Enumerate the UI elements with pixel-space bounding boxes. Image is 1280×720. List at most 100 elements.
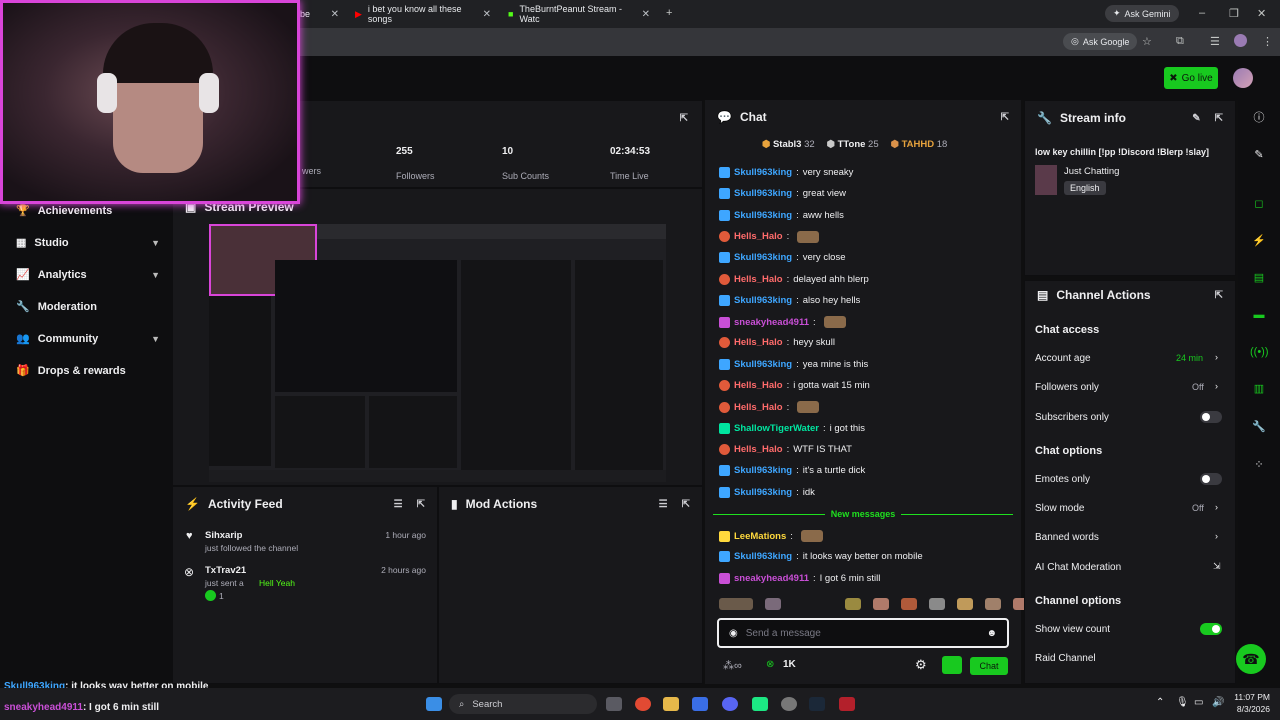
chevron-right-icon[interactable]: › [1215,531,1218,541]
emote[interactable] [797,401,820,414]
ask-gemini-button[interactable]: ✦ Ask Gemini [1105,5,1179,22]
profile-icon[interactable] [1234,34,1247,47]
support-icon[interactable]: ☎ [1236,644,1266,674]
chat-username[interactable]: Hells_Halo [734,231,783,242]
chat-username[interactable]: Skull963king [734,295,792,306]
account-age-label[interactable]: Account age [1035,353,1091,364]
popout-icon[interactable]: ⇱ [1215,113,1223,124]
slow-mode-label[interactable]: Slow mode [1035,503,1084,514]
chat-username[interactable]: Skull963king [734,167,792,178]
chat-username[interactable]: Hells_Halo [734,274,783,285]
sidebar-item-community[interactable]: 👥 Community ▼ [16,332,160,346]
browser-tab-3[interactable]: ■ TheBurntPeanut Stream - Watc ✕ [500,4,658,24]
chat-username[interactable]: Hells_Halo [734,380,783,391]
steam-icon[interactable] [809,697,825,711]
chat-username[interactable]: Skull963king [734,210,792,221]
minimize-icon[interactable]: – [1199,7,1205,19]
stream-preview-video[interactable] [209,224,666,482]
add-widget-icon[interactable]: ⁘ [1250,456,1268,474]
chat-username[interactable]: Skull963king [734,551,792,562]
sidebar-item-analytics[interactable]: 📈 Analytics ▼ [16,268,160,282]
chat-username[interactable]: Skull963king [734,487,792,498]
chat-username[interactable]: Skull963king [734,188,792,199]
filter-icon[interactable]: ☰ [394,499,403,510]
emote[interactable] [957,598,973,610]
sidebar-item-drops[interactable]: 🎁 Drops & rewards [16,364,160,378]
close-tab-icon[interactable]: ✕ [642,9,650,20]
emote[interactable] [985,598,1001,610]
emote[interactable] [797,230,820,243]
chevron-right-icon[interactable]: › [1215,352,1218,362]
reading-list-icon[interactable]: ☰ [1210,35,1220,48]
gear-icon[interactable]: ⚙ [915,657,927,673]
chat-username[interactable]: sneakyhead4911 [734,573,809,584]
popout-icon[interactable]: ⇱ [417,499,425,510]
chat-username[interactable]: sneakyhead4911 [734,317,809,328]
ai-moderation-label[interactable]: AI Chat Moderation [1035,562,1121,573]
show-view-count-toggle[interactable] [1200,623,1222,635]
popout-icon[interactable]: ⇱ [1215,290,1223,301]
new-tab-icon[interactable]: + [666,7,672,19]
followers-only-label[interactable]: Followers only [1035,382,1099,393]
emote[interactable] [929,598,945,610]
emotes-only-toggle[interactable] [1200,473,1222,485]
emote[interactable] [765,598,781,610]
popout-icon[interactable]: ⇱ [682,499,690,510]
raid-channel-label[interactable]: Raid Channel [1035,653,1096,664]
taskbar-clock[interactable]: 11:07 PM 8/3/2026 [1230,692,1270,714]
volume-icon[interactable]: 🔊 [1212,697,1224,708]
external-link-icon[interactable]: ⇲ [1213,561,1221,572]
points-balance[interactable]: 1K [783,659,796,670]
leader-item[interactable]: ⬢ Stabl3 32 [762,139,815,150]
emote[interactable] [800,530,823,542]
chevron-right-icon[interactable]: › [1215,381,1218,391]
layout-icon[interactable]: ▥ [1250,380,1268,398]
windows-start-icon[interactable] [426,697,442,711]
leader-item[interactable]: ⬢ TAHHD 18 [891,139,948,150]
file-explorer-icon[interactable] [663,697,679,711]
maximize-icon[interactable]: ❐ [1229,7,1239,20]
app-icon[interactable] [781,697,797,711]
pencil-icon[interactable]: ✎ [1250,146,1268,164]
emote[interactable] [873,598,889,610]
chat-username[interactable]: Skull963king [734,252,792,263]
ask-google-button[interactable]: ◎ Ask Google [1063,33,1138,50]
infinity-icon[interactable]: ⁂∞ [723,659,742,672]
info-icon[interactable]: ⓘ [1250,109,1268,127]
popout-icon[interactable]: ⇱ [1001,112,1009,123]
chat-username[interactable]: Hells_Halo [734,444,783,455]
document-icon[interactable]: ▤ [1250,269,1268,287]
menu-dots-icon[interactable]: ⋮ [1262,35,1273,48]
browser-tab-2[interactable]: ▶ i bet you know all these songs ✕ [347,4,499,24]
stream-category[interactable]: Just Chatting [1064,166,1119,177]
leader-item[interactable]: ⬢ TTone 25 [827,139,879,150]
close-tab-icon[interactable]: ✕ [483,9,491,20]
chevron-right-icon[interactable]: › [1215,502,1218,512]
emote[interactable] [845,598,861,610]
close-tab-icon[interactable]: ✕ [331,9,339,20]
wrench-icon[interactable]: 🔧 [1250,418,1268,436]
chrome-icon[interactable] [635,697,651,711]
network-icon[interactable]: ▭ [1194,697,1203,708]
extensions-icon[interactable]: ⧉ [1176,35,1184,48]
user-avatar[interactable] [1233,68,1253,88]
taskbar-search[interactable]: ⌕ Search [449,694,597,714]
task-view-icon[interactable] [606,697,622,711]
chat-send-button[interactable]: Chat [970,657,1008,675]
emoji-icon[interactable]: ☻ [986,628,997,639]
microphone-icon[interactable]: 🎙 [1176,697,1189,708]
chat-username[interactable]: LeeMations [734,531,786,542]
filter-icon[interactable]: ☰ [659,499,668,510]
hulu-icon[interactable] [752,697,768,711]
lightning-icon[interactable]: ⚡ [1250,232,1268,250]
category-thumbnail[interactable] [1035,165,1057,195]
chat-username[interactable]: Hells_Halo [734,337,783,348]
sidebar-item-studio[interactable]: ▦ Studio ▼ [16,236,160,250]
chat-username[interactable]: ShallowTigerWater [734,423,819,434]
chat-bubble-icon[interactable]: ▬ [1250,306,1268,324]
browser-tab-1[interactable]: be ✕ [292,4,347,24]
chat-username[interactable]: Hells_Halo [734,402,783,413]
banned-words-label[interactable]: Banned words [1035,532,1099,543]
chat-username[interactable]: Skull963king [734,359,792,370]
subscribers-only-toggle[interactable] [1200,411,1222,423]
